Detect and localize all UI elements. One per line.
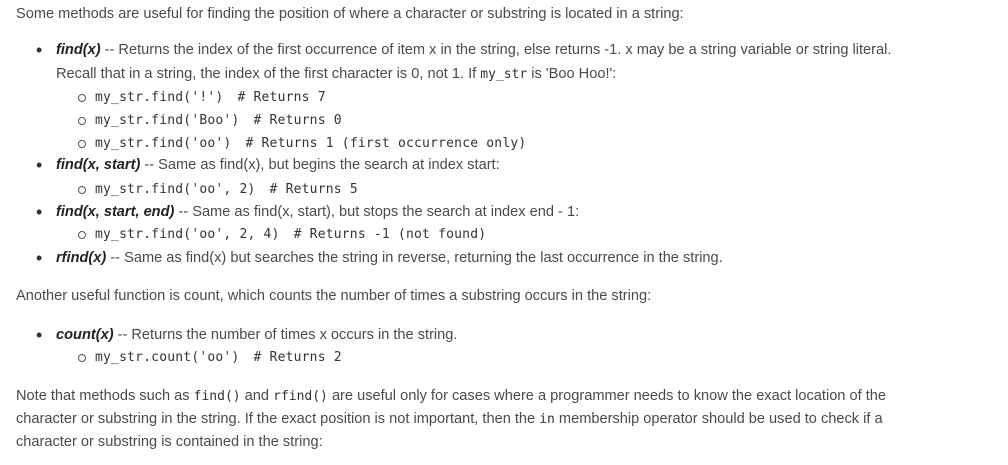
example-code: my_str.find('!') [95, 90, 224, 105]
find-start-text: -- Same as find(x), but begins the searc… [140, 157, 500, 173]
count-intro-paragraph: Another useful function is count, which … [16, 288, 652, 304]
find-desc-b2: is 'Boo Hoo!': [527, 66, 617, 82]
example-comment: # Returns 7 [237, 90, 326, 105]
note-line-3: character or substring is contained in t… [16, 434, 323, 450]
note-text: Note that methods such as [16, 388, 194, 404]
example-comment: # Returns 5 [269, 182, 358, 197]
count-example: my_str.count('oo') # Returns 2 [95, 347, 342, 368]
bullet-rfind: • [36, 248, 43, 268]
note-line-2: character or substring in the string. If… [16, 409, 883, 430]
find-start-end-text: -- Same as find(x, start), but stops the… [174, 204, 580, 220]
intro-paragraph: Some methods are useful for finding the … [16, 6, 684, 22]
example-code: my_str.find('oo', 2, 4) [95, 227, 280, 242]
bullet-count: • [36, 325, 43, 345]
document: Some methods are useful for finding the … [0, 0, 1008, 465]
rfind-text: -- Same as find(x) but searches the stri… [106, 250, 723, 266]
find-desc-a: -- Returns the index of the first occurr… [100, 42, 892, 58]
rfind-term: rfind(x) [56, 250, 107, 266]
example-comment: # Returns 1 (first occurrence only) [245, 136, 527, 151]
sub-bullet [78, 94, 86, 102]
bullet-find: • [36, 40, 43, 60]
sub-bullet [78, 231, 86, 239]
find-desc-line2: Recall that in a string, the index of th… [56, 64, 616, 85]
find-start-term: find(x, start) [56, 157, 141, 173]
find-example-1: my_str.find('!') # Returns 7 [95, 87, 326, 108]
note-text: character or substring in the string. If… [16, 411, 540, 427]
bullet-find-start: • [36, 155, 43, 175]
example-code: my_str.find('oo', 2) [95, 182, 256, 197]
sub-bullet [78, 117, 86, 125]
example-comment: # Returns 0 [253, 113, 342, 128]
example-comment: # Returns 2 [253, 350, 342, 365]
find-start-end-example: my_str.find('oo', 2, 4) # Returns -1 (not… [95, 224, 486, 245]
find-desc-b1: Recall that in a string, the index of th… [56, 66, 481, 82]
count-text: -- Returns the number of times x occurs … [113, 327, 458, 343]
find-term: find(x) [56, 42, 101, 58]
note-code-find: find() [193, 389, 241, 404]
sub-bullet [78, 186, 86, 194]
count-term: count(x) [56, 327, 114, 343]
count-desc: count(x) -- Returns the number of times … [56, 325, 457, 345]
find-example-3: my_str.find('oo') # Returns 1 (first occu… [95, 133, 526, 154]
bullet-find-start-end: • [36, 202, 43, 222]
find-start-desc: find(x, start) -- Same as find(x), but b… [56, 155, 500, 175]
note-code-rfind: rfind() [273, 389, 328, 404]
note-text: and [240, 388, 274, 404]
find-start-end-desc: find(x, start, end) -- Same as find(x, s… [56, 202, 579, 222]
find-start-end-term: find(x, start, end) [56, 204, 175, 220]
example-code: my_str.find('Boo') [95, 113, 240, 128]
example-comment: # Returns -1 (not found) [293, 227, 487, 242]
find-desc-code: my_str [480, 67, 528, 82]
example-code: my_str.find('oo') [95, 136, 232, 151]
sub-bullet [78, 140, 86, 148]
note-code-in: in [539, 412, 555, 427]
note-text: membership operator should be used to ch… [554, 411, 883, 427]
sub-bullet [78, 354, 86, 362]
find-example-2: my_str.find('Boo') # Returns 0 [95, 110, 342, 131]
rfind-desc: rfind(x) -- Same as find(x) but searches… [56, 248, 723, 268]
find-start-example: my_str.find('oo', 2) # Returns 5 [95, 179, 358, 200]
find-desc-line1: find(x) -- Returns the index of the firs… [56, 40, 891, 60]
note-text: are useful only for cases where a progra… [327, 388, 886, 404]
example-code: my_str.count('oo') [95, 350, 240, 365]
note-line-1: Note that methods such as find() and rfi… [16, 386, 886, 407]
